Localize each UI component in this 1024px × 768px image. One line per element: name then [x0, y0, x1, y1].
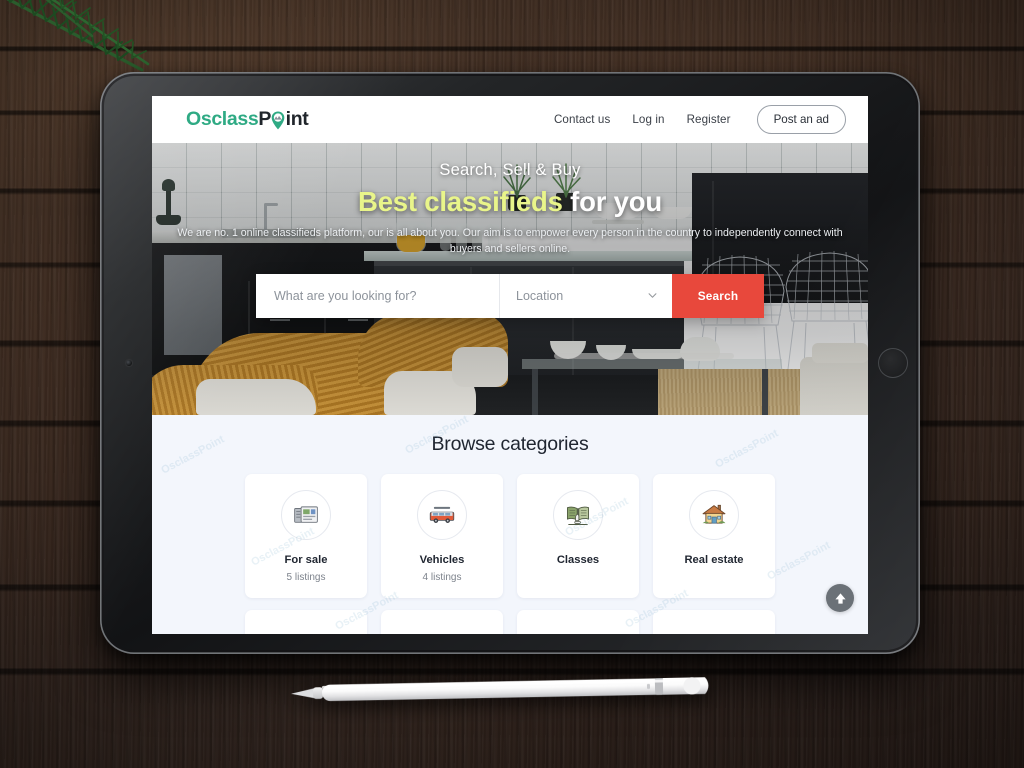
- nav-log-in[interactable]: Log in: [632, 113, 664, 126]
- category-card-partial[interactable]: [517, 610, 639, 634]
- location-select[interactable]: Location: [500, 273, 672, 318]
- front-camera-icon: [126, 360, 132, 366]
- hero-subtitle: We are no. 1 online classifieds platform…: [177, 227, 843, 256]
- main-navigation: Contact us Log in Register Post an ad: [554, 105, 846, 134]
- category-name: Classes: [556, 554, 600, 566]
- logo-text-p: P: [258, 108, 272, 130]
- chevron-down-icon: [648, 293, 657, 299]
- category-grid-row-2: [152, 610, 868, 634]
- hero-title: Best classifieds for you: [358, 186, 662, 218]
- browse-categories-title: Browse categories: [431, 433, 589, 455]
- category-name: Real estate: [684, 554, 744, 566]
- category-card-partial[interactable]: [381, 610, 503, 634]
- post-an-ad-button[interactable]: Post an ad: [756, 105, 846, 134]
- van-icon: [417, 490, 467, 540]
- site-logo[interactable]: Osclass P int: [186, 108, 309, 131]
- nav-register[interactable]: Register: [687, 113, 731, 126]
- house-icon: [689, 490, 739, 540]
- category-card-partial[interactable]: [245, 610, 367, 634]
- map-pin-icon: [271, 110, 285, 130]
- newspaper-icon: [281, 490, 331, 540]
- hero-title-highlight: Best classifieds: [358, 186, 563, 217]
- category-listing-count: 4 listings: [422, 572, 462, 583]
- category-grid: For sale 5 listings Vehicles 4 listings …: [152, 474, 868, 598]
- home-button[interactable]: [878, 348, 908, 378]
- hero-kicker: Search, Sell & Buy: [439, 161, 581, 179]
- category-card-partial[interactable]: [653, 610, 775, 634]
- logo-text-int: int: [285, 108, 309, 130]
- scene-photo: Osclass P int Contact us Log in Register …: [0, 0, 1024, 768]
- arrow-up-icon: [834, 592, 846, 604]
- logo-text-osclass: Osclass: [186, 108, 259, 130]
- category-card-classes[interactable]: Classes: [517, 474, 639, 598]
- category-listing-count: 5 listings: [286, 572, 326, 583]
- category-card-real-estate[interactable]: Real estate: [653, 474, 775, 598]
- search-submit-button[interactable]: Search: [672, 273, 764, 318]
- hero-section: Search, Sell & Buy Best classifieds for …: [152, 143, 868, 415]
- nav-contact-us[interactable]: Contact us: [554, 113, 610, 126]
- category-card-vehicles[interactable]: Vehicles 4 listings: [381, 474, 503, 598]
- search-keyword-input[interactable]: [256, 273, 500, 318]
- search-bar: Location Search: [256, 273, 764, 318]
- site-header: Osclass P int Contact us Log in Register …: [152, 96, 868, 143]
- category-name: Vehicles: [419, 554, 465, 566]
- browse-categories-section: OsclassPoint OsclassPoint OsclassPoint O…: [152, 415, 868, 634]
- category-name: For sale: [284, 554, 328, 566]
- tablet-device: Osclass P int Contact us Log in Register …: [100, 72, 920, 654]
- location-select-value: Location: [516, 288, 564, 303]
- hero-title-rest: for you: [562, 186, 662, 217]
- tablet-screen: Osclass P int Contact us Log in Register …: [152, 96, 868, 634]
- open-book-icon: [553, 490, 603, 540]
- scroll-to-top-button[interactable]: [826, 584, 854, 612]
- category-card-for-sale[interactable]: For sale 5 listings: [245, 474, 367, 598]
